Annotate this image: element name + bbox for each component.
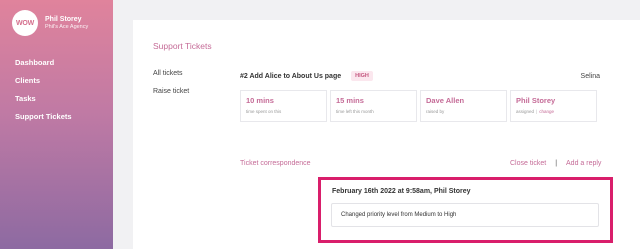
message-body: Changed priority level from Medium to Hi… bbox=[331, 203, 599, 227]
sidebar-item-dashboard[interactable]: Dashboard bbox=[15, 58, 72, 76]
caption-separator: | bbox=[536, 109, 538, 114]
stat-time-spent: 10 mins time spent on this bbox=[240, 90, 327, 122]
correspondence-title: Ticket correspondence bbox=[240, 160, 311, 167]
priority-badge: HIGH bbox=[351, 71, 373, 81]
stat-caption: time spent on this bbox=[246, 109, 282, 114]
sidebar-nav: Dashboard Clients Tasks Support Tickets bbox=[15, 58, 72, 130]
action-divider: | bbox=[555, 160, 558, 167]
correspondence-actions: Close ticket | Add a reply bbox=[510, 160, 601, 167]
stat-value: 15 mins bbox=[336, 96, 364, 105]
agency-name: Phil's Ace Agency bbox=[45, 23, 89, 30]
close-ticket-link[interactable]: Close ticket bbox=[510, 160, 546, 167]
ticket-stats: 10 mins time spent on this 15 mins time … bbox=[240, 90, 600, 122]
page-title: Support Tickets bbox=[153, 41, 212, 51]
sidebar-item-support-tickets[interactable]: Support Tickets bbox=[15, 112, 72, 130]
stat-caption-text: assigned bbox=[516, 109, 535, 114]
stat-value: Dave Allen bbox=[426, 96, 465, 105]
subnav-all-tickets[interactable]: All tickets bbox=[153, 70, 189, 88]
stat-time-left: 15 mins time left this month bbox=[330, 90, 417, 122]
sidebar-item-clients[interactable]: Clients bbox=[15, 76, 72, 94]
logo[interactable]: WOW bbox=[12, 10, 38, 36]
message-header: February 16th 2022 at 9:58am, Phil Store… bbox=[332, 188, 471, 195]
change-assignee-link[interactable]: change bbox=[539, 109, 554, 114]
subnav-raise-ticket[interactable]: Raise ticket bbox=[153, 88, 189, 106]
stat-raised-by: Dave Allen raised by bbox=[420, 90, 507, 122]
brand: WOW Phil Storey Phil's Ace Agency bbox=[12, 10, 88, 36]
add-reply-link[interactable]: Add a reply bbox=[566, 160, 601, 167]
sidebar: WOW Phil Storey Phil's Ace Agency Dashbo… bbox=[0, 0, 113, 249]
ticket-assignee: Selina bbox=[580, 72, 600, 80]
message-card-highlighted: February 16th 2022 at 9:58am, Phil Store… bbox=[318, 177, 613, 243]
stat-assigned-to: Phil Storey assigned | change bbox=[510, 90, 597, 122]
user-info: Phil Storey Phil's Ace Agency bbox=[45, 16, 88, 30]
ticket-subnav: All tickets Raise ticket bbox=[153, 70, 189, 106]
stat-caption: assigned | change bbox=[516, 109, 591, 114]
stat-value: 10 mins bbox=[246, 96, 274, 105]
sidebar-item-tasks[interactable]: Tasks bbox=[15, 94, 72, 112]
stat-value: Phil Storey bbox=[516, 96, 556, 105]
ticket-header: #2 Add Alice to About Us page HIGH Selin… bbox=[240, 69, 600, 83]
stat-caption: time left this month bbox=[336, 109, 374, 114]
stat-caption: raised by bbox=[426, 109, 445, 114]
ticket-title: #2 Add Alice to About Us page bbox=[240, 72, 342, 80]
user-name: Phil Storey bbox=[45, 15, 82, 23]
